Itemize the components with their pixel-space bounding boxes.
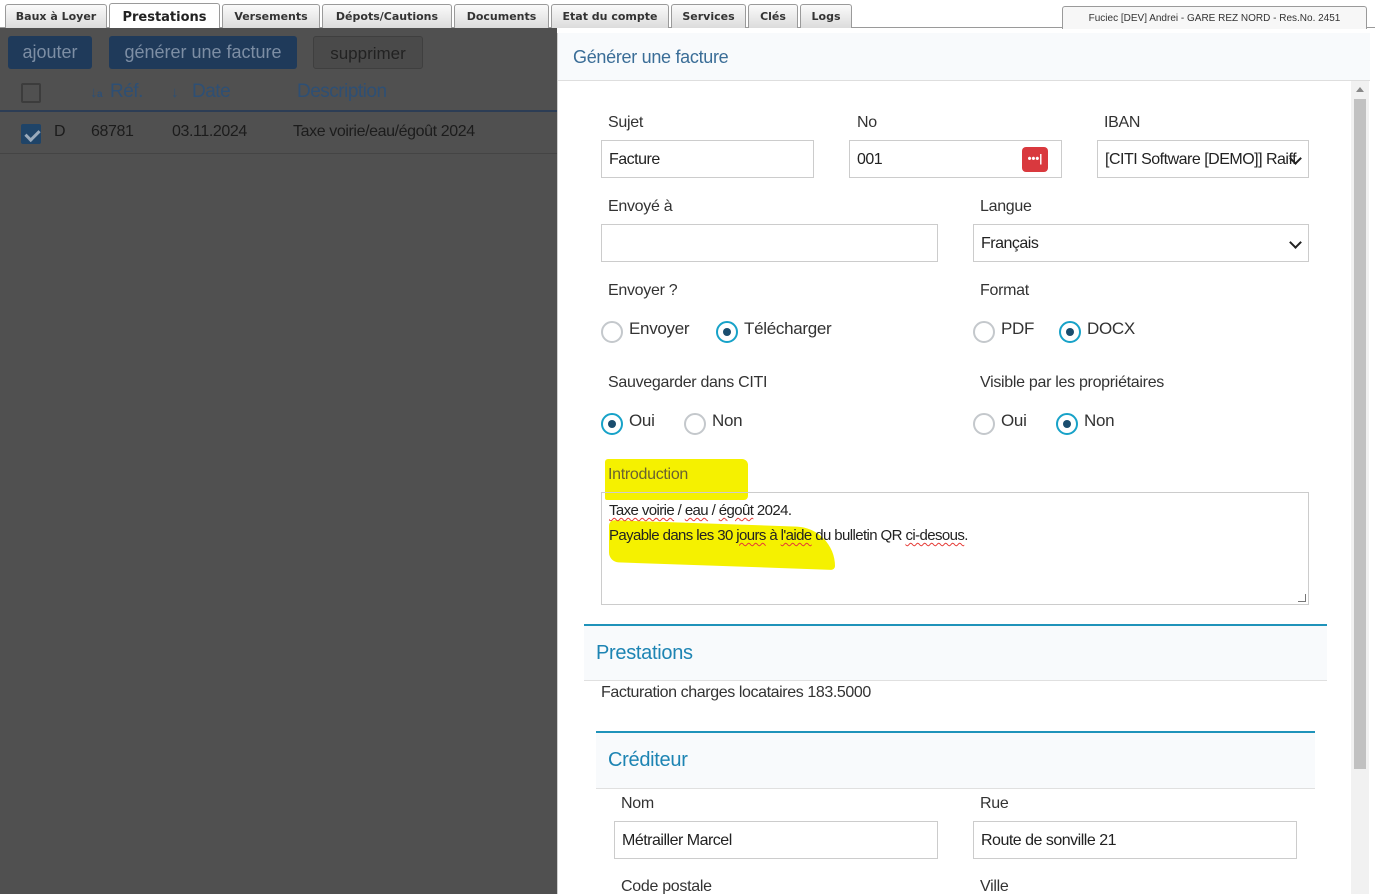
postal-code-label: Code postale	[621, 878, 712, 894]
section-divider	[584, 624, 1327, 626]
save-option-non[interactable]: Non	[712, 411, 743, 431]
city-label: Ville	[980, 878, 1009, 894]
tab-documents[interactable]: Documents	[454, 4, 549, 28]
format-radio-pdf[interactable]	[973, 321, 995, 343]
name-input[interactable]: Métrailler Marcel	[614, 821, 938, 859]
language-value: Français	[981, 235, 1039, 252]
save-label: Sauvegarder dans CITI	[608, 374, 768, 391]
tab-cles[interactable]: Clés	[748, 4, 798, 28]
column-ref-label[interactable]: Réf.	[110, 81, 143, 103]
modal-header: Générer une facture	[558, 33, 1370, 81]
scrollbar-thumb[interactable]	[1354, 99, 1366, 769]
row-date: 03.11.2024	[172, 123, 247, 140]
generate-invoice-button[interactable]: générer une facture	[109, 36, 297, 69]
resize-handle-icon[interactable]	[1298, 594, 1306, 602]
number-label: No	[857, 114, 877, 131]
format-option-docx[interactable]: DOCX	[1087, 319, 1135, 339]
subject-input[interactable]: Facture	[601, 140, 814, 178]
tab-baux-a-loyer[interactable]: Baux à Loyer	[5, 4, 107, 28]
format-radio-docx[interactable]	[1059, 321, 1081, 343]
visible-radio-non[interactable]	[1056, 413, 1078, 435]
save-radio-oui[interactable]	[601, 413, 623, 435]
language-label: Langue	[980, 198, 1032, 215]
row-checkbox[interactable]	[21, 124, 41, 144]
send-option-envoyer[interactable]: Envoyer	[629, 319, 690, 339]
modal-title: Générer une facture	[573, 47, 729, 67]
tab-services[interactable]: Services	[671, 4, 746, 28]
section-divider	[596, 731, 1315, 733]
chevron-down-icon	[1289, 236, 1302, 249]
tab-bar: Baux à Loyer Prestations Versements Dépo…	[0, 0, 1375, 29]
street-label: Rue	[980, 795, 1009, 812]
divider	[596, 788, 1315, 789]
send-radio-telecharger[interactable]	[716, 321, 738, 343]
iban-value: [CITI Software [DEMO]] Raiff	[1105, 151, 1297, 168]
sent-to-label: Envoyé à	[608, 198, 673, 215]
divider	[584, 680, 1327, 681]
column-ref[interactable]: ↓a	[90, 81, 103, 103]
add-button[interactable]: ajouter	[8, 36, 92, 69]
sort-icon: ↓	[171, 84, 179, 101]
sort-icon: ↓a	[90, 84, 103, 101]
send-option-telecharger[interactable]: Télécharger	[744, 319, 832, 339]
save-radio-non[interactable]	[684, 413, 706, 435]
introduction-label: Introduction	[608, 466, 689, 483]
format-option-pdf[interactable]: PDF	[1001, 319, 1034, 339]
tab-logs[interactable]: Logs	[800, 4, 852, 28]
visible-option-non[interactable]: Non	[1084, 411, 1115, 431]
prestations-header	[584, 625, 1327, 680]
tab-depots-cautions[interactable]: Dépots/Cautions	[322, 4, 452, 28]
iban-select[interactable]: [CITI Software [DEMO]] Raiff	[1097, 140, 1309, 178]
scroll-up-icon[interactable]	[1356, 87, 1364, 92]
modal-scrollbar[interactable]	[1351, 81, 1369, 894]
user-info: Fuciec [DEV] Andrei - GARE REZ NORD - Re…	[1062, 6, 1367, 29]
column-date[interactable]: Date	[192, 81, 231, 103]
row-type: D	[54, 123, 66, 140]
iban-label: IBAN	[1104, 114, 1141, 131]
app-window: Baux à Loyer Prestations Versements Dépo…	[0, 0, 1375, 894]
street-input[interactable]: Route de sonville 21	[973, 821, 1297, 859]
name-label: Nom	[621, 795, 654, 812]
introduction-line-2: Payable dans les 30 jours à l'aide du bu…	[609, 527, 968, 544]
save-option-oui[interactable]: Oui	[629, 411, 655, 431]
prestations-text: Facturation charges locataires 183.5000	[601, 684, 871, 701]
row-ref: 68781	[91, 123, 134, 140]
delete-button[interactable]: supprimer	[313, 36, 423, 69]
introduction-line-1: Taxe voirie / eau / égoût 2024.	[609, 502, 792, 519]
row-description: Taxe voirie/eau/égoût 2024	[293, 123, 475, 140]
send-label: Envoyer ?	[608, 282, 678, 299]
password-manager-icon[interactable]: •••|	[1022, 147, 1048, 172]
select-all-checkbox[interactable]	[21, 83, 41, 103]
tab-versements[interactable]: Versements	[222, 4, 320, 28]
visible-option-oui[interactable]: Oui	[1001, 411, 1027, 431]
crediteur-header	[596, 732, 1315, 788]
crediteur-title: Créditeur	[608, 749, 688, 771]
table-row[interactable]: D 68781 03.11.2024 Taxe voirie/eau/égoût…	[0, 114, 557, 154]
tab-prestations[interactable]: Prestations	[109, 3, 220, 29]
visible-label: Visible par les propriétaires	[980, 374, 1164, 391]
tab-etat-du-compte[interactable]: Etat du compte	[551, 4, 669, 28]
visible-radio-oui[interactable]	[973, 413, 995, 435]
language-select[interactable]: Français	[973, 224, 1309, 262]
number-value: 001	[857, 151, 883, 168]
generate-invoice-modal: Générer une facture Sujet Facture No 001…	[557, 33, 1370, 894]
column-description[interactable]: Description	[297, 81, 387, 103]
overlay-backdrop: ajouter générer une facture supprimer ↓a…	[0, 28, 557, 894]
number-input[interactable]: 001 •••|	[849, 140, 1062, 178]
prestations-title: Prestations	[596, 642, 693, 664]
sent-to-input[interactable]	[601, 224, 938, 262]
subject-label: Sujet	[608, 114, 643, 131]
send-radio-envoyer[interactable]	[601, 321, 623, 343]
table-header: ↓a Réf. ↓ Date Description	[0, 74, 557, 112]
format-label: Format	[980, 282, 1029, 299]
